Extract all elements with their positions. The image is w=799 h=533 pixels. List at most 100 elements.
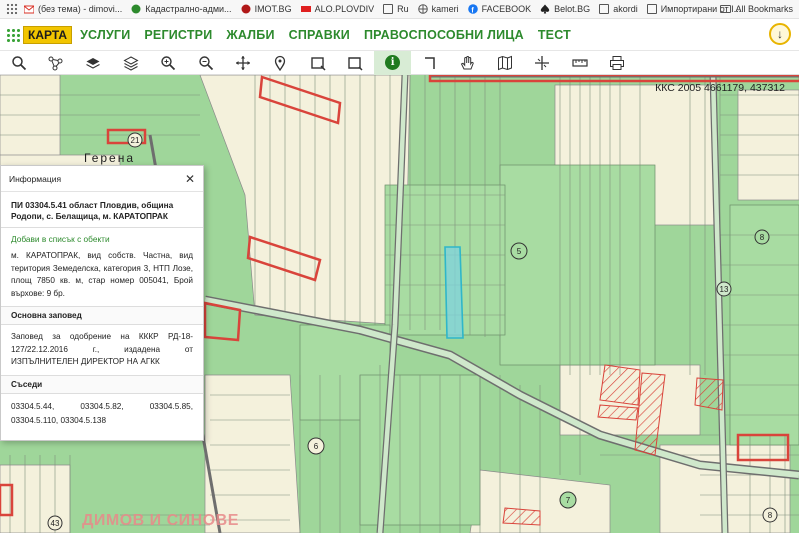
- parcel-number-5: 5: [510, 242, 528, 260]
- nav-reports[interactable]: СПРАВКИ: [289, 28, 350, 42]
- measure-angle-icon: [424, 56, 435, 69]
- selected-parcel[interactable]: [444, 246, 464, 339]
- bookmark-label: Belot.BG: [554, 4, 591, 14]
- tool-zoom-out[interactable]: [187, 51, 224, 75]
- crosshair-icon: [535, 55, 550, 70]
- map-icon: [497, 55, 512, 70]
- bookmark-facebook[interactable]: f FACEBOOK: [467, 4, 532, 14]
- logo-text: КАРТА: [23, 25, 73, 44]
- bookmark-belot[interactable]: Belot.BG: [540, 4, 590, 14]
- neighbor-link[interactable]: 03304.5.44,: [11, 400, 54, 414]
- bookmark-kameri[interactable]: kameri: [417, 4, 459, 14]
- neighbor-link[interactable]: 03304.5.138: [60, 416, 106, 425]
- parcel-number-43: 43: [47, 515, 63, 531]
- globe-icon: [417, 4, 428, 14]
- bookmark-cadastre[interactable]: Кадастрално-адми...: [131, 4, 232, 14]
- tool-pan[interactable]: [224, 51, 261, 75]
- add-to-list-link[interactable]: Добави в списък с обекти: [11, 234, 193, 244]
- place-label: Герена: [84, 151, 136, 165]
- tool-map[interactable]: [486, 51, 523, 75]
- spade-icon: [540, 4, 550, 14]
- hand-icon: [461, 55, 475, 69]
- svg-text:13: 13: [720, 285, 729, 294]
- coordinates-readout: ККС 2005 4661179, 437312: [655, 82, 785, 94]
- bookmark-label: kameri: [431, 4, 459, 14]
- svg-text:5: 5: [517, 247, 522, 256]
- order-section-title: Основна заповед: [1, 306, 203, 325]
- zoom-out-icon: [198, 55, 213, 70]
- all-bookmarks-label: All Bookmarks: [735, 4, 793, 14]
- arrow-down-icon: ↓: [777, 27, 783, 41]
- neighbor-link[interactable]: 03304.5.110,: [11, 416, 58, 425]
- download-button[interactable]: ↓: [769, 23, 791, 45]
- bookmark-label: FACEBOOK: [481, 4, 532, 14]
- bookmark-akordi[interactable]: akordi: [599, 4, 638, 14]
- parcel-heading: ПИ 03304.5.41 област Пловдив, община Род…: [11, 200, 174, 221]
- ruler-icon: [571, 58, 588, 67]
- layers-stack-icon: [123, 55, 139, 71]
- order-text: Заповед за одобрение на КККР РД-18-127/2…: [11, 332, 193, 366]
- bookmark-imot[interactable]: IMOT.BG: [241, 4, 292, 14]
- svg-text:7: 7: [566, 496, 571, 505]
- nav-qualified-persons[interactable]: ПРАВОСПОСОБНИ ЛИЦА: [364, 28, 524, 42]
- panel-header: Информация ✕: [1, 166, 203, 192]
- cadastre-icon: [131, 4, 141, 14]
- svg-text:43: 43: [51, 519, 60, 528]
- apps-grid-icon[interactable]: [6, 3, 18, 15]
- info-panel: Информация ✕ ПИ 03304.5.41 област Пловди…: [0, 165, 204, 441]
- tool-crosshair[interactable]: [523, 51, 560, 75]
- nav-services[interactable]: УСЛУГИ: [80, 28, 130, 42]
- folder-icon: [720, 5, 732, 13]
- nav-test[interactable]: ТЕСТ: [538, 28, 571, 42]
- nav-registers[interactable]: РЕГИСТРИ: [144, 28, 212, 42]
- tool-hand[interactable]: [449, 51, 486, 75]
- tool-select-rect[interactable]: [299, 51, 336, 75]
- svg-text:6: 6: [314, 442, 319, 451]
- svg-text:8: 8: [768, 511, 773, 520]
- layers-icon: [86, 57, 101, 69]
- panel-title: Информация: [9, 173, 62, 184]
- parcel-description: м. КАРАТОПРАК, вид собств. Частна, вид т…: [11, 251, 193, 298]
- tool-zoom-in[interactable]: [150, 51, 187, 75]
- neighbors-list: 03304.5.44, 03304.5.82, 03304.5.85, 0330…: [11, 400, 193, 428]
- map-owner-label: ДИМОВ И СИНОВЕ: [82, 512, 239, 529]
- tool-search[interactable]: [0, 51, 37, 75]
- bookmark-label: akordi: [613, 4, 638, 14]
- logo[interactable]: КАРТА: [6, 25, 73, 44]
- tool-measure-angle[interactable]: [411, 51, 448, 75]
- facebook-icon: f: [467, 4, 478, 14]
- tool-print[interactable]: [598, 51, 635, 75]
- close-icon[interactable]: ✕: [185, 172, 195, 186]
- tool-ruler[interactable]: [561, 51, 598, 75]
- svg-text:8: 8: [760, 233, 765, 242]
- main-navbar: КАРТА УСЛУГИ РЕГИСТРИ ЖАЛБИ СПРАВКИ ПРАВ…: [0, 19, 799, 51]
- folder-icon: [599, 4, 610, 14]
- tool-layers-stack[interactable]: [112, 51, 149, 75]
- nav-complaints[interactable]: ЖАЛБИ: [226, 28, 274, 42]
- pan-icon: [236, 55, 251, 70]
- bookmark-gmail[interactable]: (без тема) - dimovi...: [24, 4, 122, 14]
- imot-icon: [241, 4, 251, 14]
- logo-dots-icon: [6, 27, 20, 42]
- folder-icon: [646, 4, 657, 14]
- tool-network[interactable]: [37, 51, 74, 75]
- tool-select-polygon[interactable]: [337, 51, 374, 75]
- bookmark-label: Кадастрално-адми...: [145, 4, 232, 14]
- tool-info[interactable]: i: [373, 50, 412, 75]
- folder-icon: [383, 4, 394, 14]
- bookmark-label: ALO.PLOVDIV: [314, 4, 375, 14]
- select-polygon-icon: [348, 56, 363, 71]
- all-bookmarks[interactable]: All Bookmarks: [720, 4, 793, 14]
- tool-pin[interactable]: [262, 51, 299, 75]
- bookmark-alo[interactable]: ALO.PLOVDIV: [300, 4, 375, 14]
- print-icon: [609, 55, 624, 70]
- info-icon: i: [385, 55, 401, 70]
- neighbor-link[interactable]: 03304.5.82,: [80, 400, 123, 414]
- bookmark-ru[interactable]: Ru: [383, 4, 409, 14]
- tool-layers[interactable]: [75, 51, 112, 75]
- parcel-number-21: 21: [127, 132, 143, 148]
- alo-icon: [300, 6, 311, 12]
- map-toolbar: i: [0, 50, 799, 75]
- neighbor-link[interactable]: 03304.5.85,: [150, 400, 193, 414]
- network-icon: [48, 56, 63, 70]
